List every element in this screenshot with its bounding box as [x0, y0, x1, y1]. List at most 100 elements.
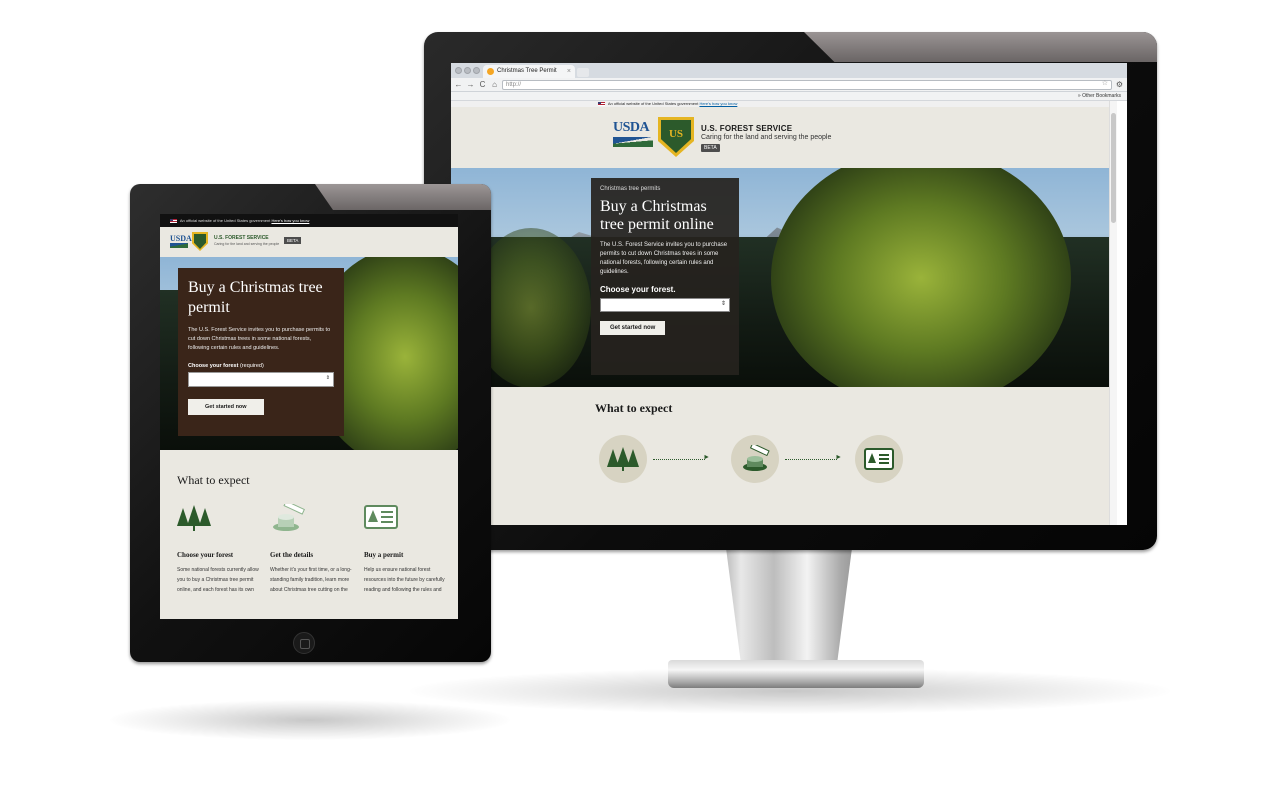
agency-name: U.S. FOREST SERVICE [701, 124, 793, 133]
site-header: USDA US U.S. FOREST SERVICE Caring for t… [451, 107, 1117, 168]
tablet-get-started-button[interactable]: Get started now [188, 399, 264, 415]
tablet-what-to-expect-title: What to expect [177, 473, 250, 487]
bookmarks-bar: » Other Bookmarks [451, 92, 1127, 101]
us-flag-icon [598, 101, 605, 106]
scrollbar-thumb[interactable] [1111, 113, 1116, 223]
tablet-trees-icon [177, 505, 211, 531]
step-choose-forest-circle [599, 435, 647, 483]
tablet-forest-select-label: Choose your forest (required) [188, 363, 334, 369]
tablet-agency-tagline: Caring for the land and serving the peop… [214, 242, 280, 246]
tablet-device: An official website of the United States… [130, 184, 491, 662]
stump-saw-icon [743, 445, 770, 471]
tablet-usda-wave [170, 243, 188, 248]
forward-arrow-icon[interactable]: → [466, 80, 475, 90]
back-arrow-icon[interactable]: ← [454, 80, 463, 90]
step-arrow-2 [785, 454, 842, 461]
step-get-details-circle [731, 435, 779, 483]
beta-badge: BETA [701, 144, 720, 152]
tablet-step-buy-permit: Buy a permit Help us ensure national for… [364, 504, 450, 595]
hero-banner: Christmas tree permits Buy a Christmas t… [451, 168, 1117, 387]
tablet-hero-banner: Buy a Christmas tree permit The U.S. For… [160, 257, 458, 450]
usda-logo-wave [613, 137, 653, 147]
tablet-shield-inner [194, 234, 206, 249]
tablet-forest-label-text: Choose your forest [188, 363, 239, 369]
tablet-step-title: Choose your forest [177, 551, 234, 559]
tablet-agency-name: U.S. FOREST SERVICE [214, 235, 269, 241]
tablet-hero-title: Buy a Christmas tree permit [188, 279, 323, 316]
tablet-home-button[interactable] [293, 632, 315, 654]
close-window-button[interactable] [455, 67, 462, 74]
browser-toolbar: ← → C ⌂ http:// ☆ ⚙ [451, 78, 1127, 92]
wrench-icon[interactable]: ⚙ [1115, 80, 1124, 90]
tablet-floor-shadow [110, 700, 510, 740]
tablet-required-text: (required) [239, 363, 264, 369]
page-scrollbar[interactable] [1109, 101, 1117, 525]
hero-card: Christmas tree permits Buy a Christmas t… [591, 178, 739, 375]
hero-pine-tree [771, 168, 1071, 387]
tablet-forest-select[interactable]: ⇕ [188, 372, 334, 387]
what-to-expect-title: What to expect [595, 401, 673, 415]
tablet-hero-card: Buy a Christmas tree permit The U.S. For… [178, 268, 344, 436]
home-icon[interactable]: ⌂ [490, 80, 499, 90]
tablet-permit-card-icon [364, 505, 398, 529]
tablet-what-to-expect-section: What to expect Choose your forest Some n… [160, 450, 458, 619]
monitor-stand-base [668, 660, 924, 688]
browser-tab-strip: Christmas Tree Permit × [451, 63, 1127, 78]
gov-banner-link[interactable]: Here's how you know [699, 101, 737, 106]
usda-logo[interactable]: USDA [613, 121, 653, 151]
hero-eyebrow: Christmas tree permits [600, 186, 661, 192]
minimize-window-button[interactable] [464, 67, 471, 74]
step-arrow-1 [653, 454, 710, 461]
monitor-gloss [804, 32, 1157, 62]
tab-title: Christmas Tree Permit [497, 68, 557, 74]
tablet-screen: An official website of the United States… [160, 214, 458, 619]
tablet-step-title: Get the details [270, 551, 314, 559]
step-buy-permit-circle [855, 435, 903, 483]
agency-tagline: Caring for the land and serving the peop… [701, 134, 832, 141]
forest-select[interactable]: ⇕ [600, 298, 730, 312]
get-started-button[interactable]: Get started now [600, 321, 666, 335]
tablet-gov-banner: An official website of the United States… [160, 214, 458, 227]
other-bookmarks-folder[interactable]: » Other Bookmarks [1078, 93, 1121, 99]
zoom-window-button[interactable] [473, 67, 480, 74]
tablet-forest-service-shield-icon[interactable] [192, 232, 208, 251]
tablet-us-flag-icon [170, 218, 177, 223]
forest-select-label: Choose your forest. [600, 285, 676, 294]
usda-logo-text: USDA [613, 120, 650, 135]
tablet-step-body: Help us ensure national forest resources… [364, 567, 445, 593]
hero-title: Buy a Christmas tree permit online [600, 198, 714, 233]
gov-banner-text: An official website of the United States… [607, 101, 699, 106]
tablet-beta-badge: BETA [284, 237, 302, 244]
tablet-stump-saw-icon [273, 500, 305, 531]
tablet-hero-body: The U.S. Forest Service invites you to p… [188, 327, 331, 351]
tablet-step-body: Whether it's your first time, or a long-… [270, 567, 352, 593]
device-mockup-stage: Christmas Tree Permit × ← → C ⌂ http:// … [0, 0, 1280, 800]
tablet-gov-banner-text: An official website of the United States… [179, 218, 271, 223]
tablet-step-title: Buy a permit [364, 551, 404, 559]
monitor-screen: Christmas Tree Permit × ← → C ⌂ http:// … [451, 63, 1127, 525]
tablet-step-body: Some national forests currently allow yo… [177, 567, 259, 593]
desktop-monitor: Christmas Tree Permit × ← → C ⌂ http:// … [424, 32, 1157, 550]
tablet-gov-banner-link[interactable]: Here's how you know [271, 218, 309, 223]
hero-body: The U.S. Forest Service invites you to p… [600, 242, 728, 275]
bookmark-star-icon[interactable]: ☆ [1102, 80, 1108, 88]
address-bar[interactable]: http:// ☆ [502, 79, 1112, 90]
forest-service-shield-icon[interactable]: US [658, 117, 694, 157]
reload-icon[interactable]: C [478, 80, 487, 90]
tablet-step-get-details: Get the details Whether it's your first … [270, 500, 356, 595]
trees-icon [607, 447, 639, 471]
new-tab-button[interactable] [577, 68, 589, 77]
address-bar-text: http:// [506, 81, 522, 88]
desktop-site: An official website of the United States… [451, 101, 1117, 525]
tab-close-icon[interactable]: × [567, 65, 571, 78]
shield-letters: US [661, 120, 691, 153]
what-to-expect-section: What to expect [451, 387, 1117, 525]
tablet-select-arrows-icon: ⇕ [325, 375, 330, 381]
browser-tab[interactable]: Christmas Tree Permit × [483, 65, 575, 78]
select-arrows-icon: ⇕ [720, 301, 726, 307]
tablet-usda-logo[interactable]: USDA [170, 234, 192, 243]
tablet-step-choose-forest: Choose your forest Some national forests… [177, 504, 263, 595]
tablet-gloss [315, 184, 491, 210]
monitor-stand-neck [726, 548, 852, 664]
tablet-site-header: USDA U.S. FOREST SERVICE Caring for the … [160, 227, 458, 257]
